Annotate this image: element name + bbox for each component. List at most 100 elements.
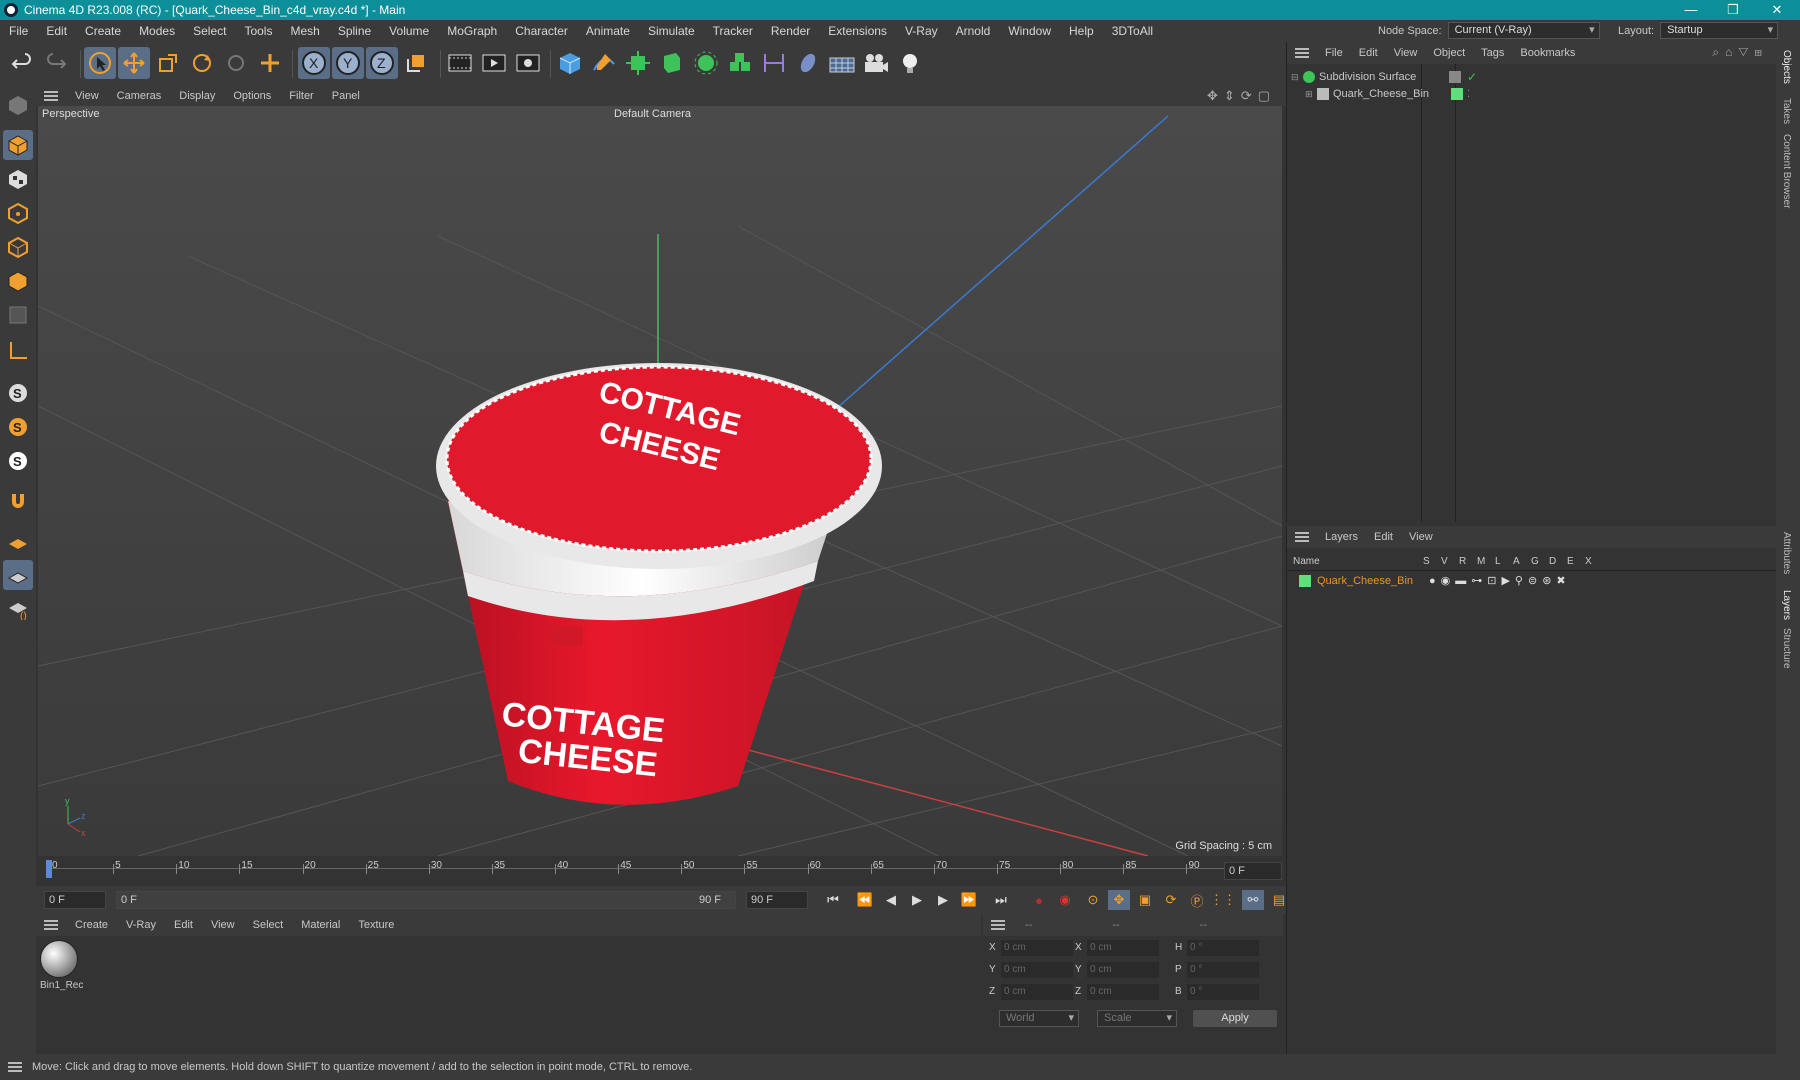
material-menu-view[interactable]: View: [202, 919, 244, 931]
material-menu-icon[interactable]: [44, 920, 58, 930]
object-name[interactable]: Subdivision Surface: [1319, 71, 1443, 83]
layer-color-swatch[interactable]: [1299, 574, 1311, 587]
menu-animate[interactable]: Animate: [577, 24, 639, 38]
object-menu-tags[interactable]: Tags: [1473, 47, 1512, 59]
visibility-icon[interactable]: [1449, 71, 1461, 83]
material-swatch[interactable]: Bin1_Rec: [40, 940, 83, 991]
layer-name[interactable]: Quark_Cheese_Bin: [1317, 575, 1429, 587]
coord-value-field[interactable]: 0 cm: [1087, 984, 1159, 1000]
coord-value-field[interactable]: 0 cm: [1001, 940, 1073, 956]
menu-render[interactable]: Render: [762, 24, 819, 38]
object-menu-edit[interactable]: Edit: [1351, 47, 1386, 59]
polygon-mode-icon[interactable]: [3, 266, 33, 296]
scale-tool-icon[interactable]: [152, 47, 184, 79]
coord-value-field[interactable]: 0 cm: [1087, 940, 1159, 956]
viewport-menu-view[interactable]: View: [66, 90, 108, 102]
transform-tool-icon[interactable]: [220, 47, 252, 79]
viewport-menu-panel[interactable]: Panel: [323, 90, 369, 102]
menu-create[interactable]: Create: [76, 24, 130, 38]
effector-icon[interactable]: [690, 47, 722, 79]
layer-menu-edit[interactable]: Edit: [1366, 531, 1401, 543]
next-frame-icon[interactable]: ▶: [932, 890, 954, 910]
tab-takes[interactable]: Takes: [1781, 98, 1792, 124]
menu-window[interactable]: Window: [999, 24, 1060, 38]
light-icon[interactable]: [894, 47, 926, 79]
object-row-subdivision[interactable]: ⊟ Subdivision Surface ✓: [1291, 70, 1771, 84]
object-panel-tools-icons[interactable]: ⌕⌂▽⊞: [1712, 45, 1768, 60]
tab-layers[interactable]: Layers: [1781, 590, 1792, 620]
frame-range-slider[interactable]: 0 F 90 F: [116, 891, 736, 909]
layer-color-tag[interactable]: [1451, 88, 1463, 100]
workplane-icon[interactable]: [3, 526, 33, 556]
material-menu-select[interactable]: Select: [244, 919, 293, 931]
layer-menu-layers[interactable]: Layers: [1317, 531, 1366, 543]
prev-key-icon[interactable]: ⏪: [854, 890, 876, 910]
texture-mode-icon[interactable]: [3, 164, 33, 194]
visibility-dots-icon[interactable]: ⁚: [1467, 89, 1470, 100]
tab-structure[interactable]: Structure: [1781, 628, 1792, 669]
viewport-nav-icons[interactable]: ✥⇕⟳▢: [1207, 88, 1276, 104]
maximize-button[interactable]: ❐: [1712, 0, 1754, 20]
coord-value-field[interactable]: 0 cm: [1001, 984, 1073, 1000]
edge-mode-icon[interactable]: [3, 232, 33, 262]
menu-tracker[interactable]: Tracker: [704, 24, 762, 38]
layer-flag-icons[interactable]: ●◉▬⊶⊡▶⚲⊜⊛✖: [1429, 574, 1571, 587]
menu-extensions[interactable]: Extensions: [819, 24, 896, 38]
viewport-camera[interactable]: Default Camera: [614, 108, 691, 120]
material-menu-vray[interactable]: V-Ray: [117, 919, 165, 931]
menu-mograph[interactable]: MoGraph: [438, 24, 506, 38]
material-menu-edit[interactable]: Edit: [165, 919, 202, 931]
select-tool-icon[interactable]: [84, 47, 116, 79]
object-menu-bookmarks[interactable]: Bookmarks: [1512, 47, 1583, 59]
x-axis-lock-icon[interactable]: X: [298, 47, 330, 79]
move-tool-icon[interactable]: [118, 47, 150, 79]
viewport-menu-options[interactable]: Options: [224, 90, 280, 102]
prev-frame-icon[interactable]: ◀: [880, 890, 902, 910]
key-position-icon[interactable]: ✥: [1108, 890, 1130, 910]
menu-select[interactable]: Select: [184, 24, 235, 38]
tab-attributes[interactable]: Attributes: [1781, 532, 1792, 574]
menu-edit[interactable]: Edit: [37, 24, 76, 38]
current-frame-field[interactable]: 0 F: [1224, 862, 1282, 880]
snap-icon[interactable]: S: [3, 378, 33, 408]
material-menu-texture[interactable]: Texture: [349, 919, 403, 931]
play-icon[interactable]: ▶: [906, 890, 928, 910]
axis-mode-icon[interactable]: [3, 336, 33, 366]
next-key-icon[interactable]: ⏩: [958, 890, 980, 910]
viewport-menu-icon[interactable]: [44, 91, 58, 101]
deformer-icon[interactable]: [656, 47, 688, 79]
menu-modes[interactable]: Modes: [130, 24, 184, 38]
soft-selection-icon[interactable]: S: [3, 412, 33, 442]
coordinate-system-icon[interactable]: [400, 47, 432, 79]
coord-value-field[interactable]: 0 cm: [1001, 962, 1073, 978]
node-space-dropdown[interactable]: Current (V-Ray): [1447, 22, 1600, 39]
coord-value-field[interactable]: 0 cm: [1087, 962, 1159, 978]
motion-mode-icon[interactable]: ⚯: [1242, 890, 1264, 910]
cube-icon[interactable]: [554, 47, 586, 79]
point-mode-icon[interactable]: [3, 198, 33, 228]
playhead[interactable]: [46, 860, 52, 878]
menu-help[interactable]: Help: [1060, 24, 1103, 38]
object-menu-file[interactable]: File: [1317, 47, 1351, 59]
spline-pen-icon[interactable]: [588, 47, 620, 79]
tab-objects[interactable]: Objects: [1781, 50, 1792, 84]
material-menu-create[interactable]: Create: [66, 919, 117, 931]
redo-icon[interactable]: [40, 47, 72, 79]
viewport-menu-display[interactable]: Display: [170, 90, 224, 102]
keyframe-selection-icon[interactable]: ⊙: [1082, 890, 1104, 910]
object-menu-object[interactable]: Object: [1425, 47, 1473, 59]
menu-3dtoall[interactable]: 3DToAll: [1103, 24, 1162, 38]
auto-key-icon[interactable]: ◉: [1054, 890, 1076, 910]
layout-dropdown[interactable]: Startup: [1660, 22, 1779, 39]
layer-menu-view[interactable]: View: [1401, 531, 1441, 543]
status-menu-icon[interactable]: [8, 1062, 22, 1072]
z-axis-lock-icon[interactable]: Z: [366, 47, 398, 79]
layer-menu-icon[interactable]: [1295, 532, 1309, 542]
viewport-menu-cameras[interactable]: Cameras: [108, 90, 171, 102]
cloner-icon[interactable]: [724, 47, 756, 79]
add-tool-icon[interactable]: [254, 47, 286, 79]
sculpt-snap-icon[interactable]: S: [3, 446, 33, 476]
key-rotation-icon[interactable]: ⟳: [1160, 890, 1182, 910]
start-frame-field[interactable]: 0 F: [44, 891, 106, 909]
menu-character[interactable]: Character: [506, 24, 577, 38]
